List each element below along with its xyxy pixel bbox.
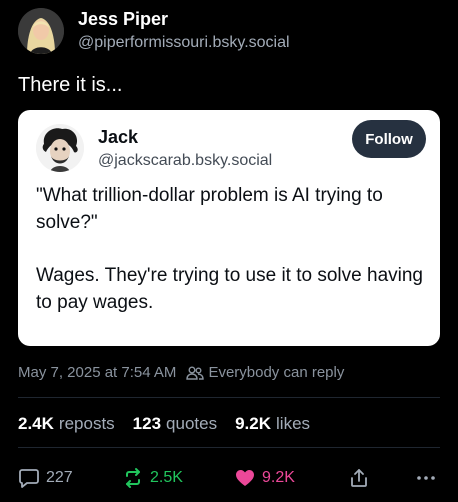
likes-count: 9.2K bbox=[235, 414, 272, 433]
quoted-post-paragraph: Wages. They're trying to use it to solve… bbox=[36, 265, 423, 313]
reply-count: 227 bbox=[46, 469, 73, 486]
reposts-label: reposts bbox=[58, 414, 115, 433]
post-author[interactable]: Jess Piper @piperformissouri.bsky.social bbox=[18, 8, 290, 54]
repost-arrows-icon bbox=[122, 467, 144, 489]
post-meta: May 7, 2025 at 7:54 AM Everybody can rep… bbox=[18, 364, 344, 381]
quotes-count: 123 bbox=[132, 414, 162, 433]
more-options-button[interactable] bbox=[416, 464, 436, 492]
reply-setting: Everybody can reply bbox=[208, 364, 345, 381]
divider bbox=[18, 447, 440, 448]
quotes-stat[interactable]: 123 quotes bbox=[133, 414, 217, 434]
author-info: Jess Piper @piperformissouri.bsky.social bbox=[78, 8, 290, 54]
follow-button[interactable]: Follow bbox=[352, 120, 426, 158]
heart-icon bbox=[234, 467, 256, 489]
post: Jess Piper @piperformissouri.bsky.social… bbox=[0, 0, 458, 502]
like-count: 9.2K bbox=[262, 469, 295, 486]
action-bar: 227 2.5K 9.2K bbox=[18, 464, 440, 492]
quoted-post-card[interactable]: Jack @jackscarab.bsky.social Follow "Wha… bbox=[18, 110, 440, 346]
repost-button[interactable]: 2.5K bbox=[122, 464, 183, 492]
share-icon bbox=[348, 467, 370, 489]
quoted-author-display-name[interactable]: Jack bbox=[98, 126, 138, 148]
people-icon bbox=[186, 365, 205, 381]
quoted-post-text: "What trillion-dollar problem is AI tryi… bbox=[36, 182, 432, 316]
post-timestamp[interactable]: May 7, 2025 at 7:54 AM bbox=[18, 364, 176, 381]
reposts-count: 2.4K bbox=[18, 414, 54, 433]
speech-bubble-icon bbox=[18, 467, 40, 489]
author-display-name[interactable]: Jess Piper bbox=[78, 8, 290, 30]
likes-label: likes bbox=[276, 414, 311, 433]
like-button[interactable]: 9.2K bbox=[234, 464, 295, 492]
quoted-author-avatar[interactable] bbox=[36, 124, 84, 172]
quoted-post-paragraph: "What trillion-dollar problem is AI tryi… bbox=[36, 185, 383, 233]
reposts-stat[interactable]: 2.4K reposts bbox=[18, 414, 115, 434]
repost-count: 2.5K bbox=[150, 469, 183, 486]
post-text: There it is... bbox=[18, 74, 123, 96]
quoted-author-handle[interactable]: @jackscarab.bsky.social bbox=[98, 150, 272, 172]
likes-stat[interactable]: 9.2K likes bbox=[235, 414, 310, 434]
ellipsis-icon bbox=[416, 467, 436, 489]
share-button[interactable] bbox=[348, 464, 370, 492]
engagement-stats: 2.4K reposts 123 quotes 9.2K likes bbox=[18, 414, 328, 434]
divider bbox=[18, 397, 440, 398]
reply-button[interactable]: 227 bbox=[18, 464, 73, 492]
author-handle[interactable]: @piperformissouri.bsky.social bbox=[78, 32, 290, 54]
quotes-label: quotes bbox=[166, 414, 218, 433]
author-avatar[interactable] bbox=[18, 8, 64, 54]
